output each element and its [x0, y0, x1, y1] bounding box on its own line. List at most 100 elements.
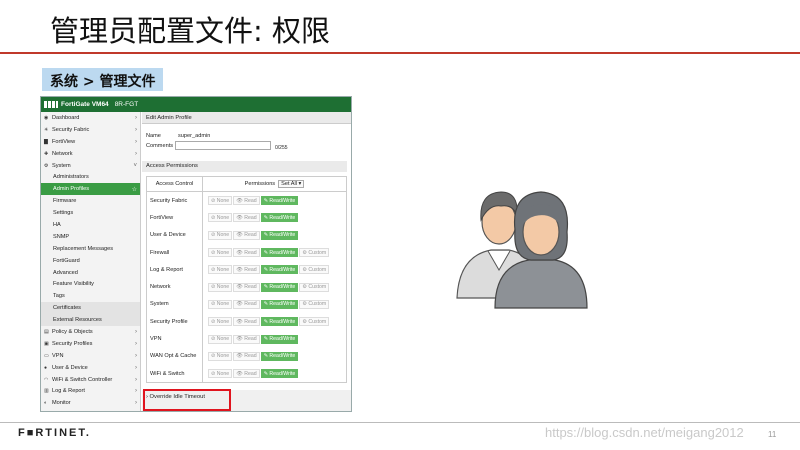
sidebar-item[interactable]: ⚙ System ˅: [41, 160, 140, 172]
permission-row-label: Security Fabric: [147, 192, 203, 210]
sidebar-item[interactable]: Feature Visibility: [41, 278, 140, 290]
none-option[interactable]: ⊘ None: [208, 265, 233, 275]
section-title: Access Permissions: [142, 161, 347, 172]
sidebar-item-label: Settings: [53, 210, 74, 217]
sidebar-item[interactable]: ✚ Network ›: [41, 148, 140, 160]
sidebar-item[interactable]: ✳ Security Fabric ›: [41, 124, 140, 136]
chevron-right-icon: ›: [135, 328, 137, 335]
sidebar-item[interactable]: ◠ WiFi & Switch Controller ›: [41, 374, 140, 386]
sidebar-item-label: Replacement Messages: [53, 245, 114, 252]
read-write-option[interactable]: ✎ Read/Write: [260, 282, 299, 292]
comments-counter: 0/255: [275, 145, 288, 151]
read-option[interactable]: 👁 Read: [233, 369, 260, 379]
sidebar-item[interactable]: ▥ Log & Report ›: [41, 385, 140, 397]
custom-option[interactable]: ⚙ Custom: [299, 317, 330, 327]
permission-row: Security Fabric ⊘ None 👁 Read ✎ Read/Write: [147, 192, 346, 210]
fortigate-screenshot: FortiGate VM64 8R-FGT ◉ Dashboard › ✳ Securi…: [40, 96, 352, 412]
read-write-option[interactable]: ✎ Read/Write: [260, 334, 299, 344]
none-option[interactable]: ⊘ None: [208, 196, 233, 206]
sidebar-item[interactable]: ▤ Policy & Objects ›: [41, 326, 140, 338]
read-write-option[interactable]: ✎ Read/Write: [260, 299, 299, 309]
none-option[interactable]: ⊘ None: [208, 369, 233, 379]
chevron-down-icon: ˅: [133, 162, 137, 169]
permission-row: Log & Report ⊘ None 👁 Read ✎ Read/Write ⚙ Cu…: [147, 261, 346, 279]
sidebar-item[interactable]: Firmware: [41, 195, 140, 207]
sidebar-item[interactable]: Settings: [41, 207, 140, 219]
none-option[interactable]: ⊘ None: [208, 230, 233, 240]
read-write-option[interactable]: ✎ Read/Write: [260, 230, 299, 240]
fortinet-logo-icon: [44, 101, 58, 108]
permission-row-label: Firewall: [147, 243, 203, 262]
app-topbar: FortiGate VM64 8R-FGT: [41, 97, 351, 112]
read-write-option[interactable]: ✎ Read/Write: [260, 369, 299, 379]
sidebar-item[interactable]: Advanced: [41, 267, 140, 279]
comments-label: Comments: [146, 143, 174, 149]
sidebar-item[interactable]: ● User & Device ›: [41, 362, 140, 374]
sidebar-item[interactable]: Tags: [41, 290, 140, 302]
sidebar-item[interactable]: External Resources: [41, 314, 140, 327]
none-option[interactable]: ⊘ None: [208, 317, 233, 327]
custom-option[interactable]: ⚙ Custom: [299, 265, 330, 275]
sidebar-item[interactable]: Certificates: [41, 302, 140, 315]
sidebar-item[interactable]: SNMP: [41, 231, 140, 243]
none-option[interactable]: ⊘ None: [208, 299, 233, 309]
read-write-option[interactable]: ✎ Read/Write: [260, 196, 299, 206]
chevron-right-icon: ›: [135, 352, 137, 359]
read-write-option[interactable]: ✎ Read/Write: [260, 351, 299, 361]
read-option[interactable]: 👁 Read: [233, 334, 260, 344]
none-option[interactable]: ⊘ None: [208, 282, 233, 292]
chevron-right-icon: ›: [135, 114, 137, 121]
custom-option[interactable]: ⚙ Custom: [299, 282, 330, 292]
permission-row-label: WAN Opt & Cache: [147, 347, 203, 365]
sidebar-item-label: Security Profiles: [52, 340, 93, 347]
read-option[interactable]: 👁 Read: [233, 196, 260, 206]
sidebar-item[interactable]: Replacement Messages: [41, 243, 140, 255]
doc-icon: ▤: [44, 328, 49, 335]
none-option[interactable]: ⊘ None: [208, 334, 233, 344]
star-icon[interactable]: ☆: [132, 186, 137, 193]
read-option[interactable]: 👁 Read: [233, 230, 260, 240]
none-option[interactable]: ⊘ None: [208, 213, 233, 223]
sidebar-item-label: FortiView: [52, 138, 76, 145]
permissions-table: Access Control Permissions Set All ▾ Sec…: [146, 176, 347, 384]
sidebar-item[interactable]: ◐ Monitor ›: [41, 397, 140, 409]
sidebar-item[interactable]: Administrators: [41, 171, 140, 183]
read-option[interactable]: 👁 Read: [233, 317, 260, 327]
none-option[interactable]: ⊘ None: [208, 248, 233, 258]
name-label: Name: [146, 133, 161, 139]
comments-field[interactable]: [175, 141, 271, 150]
read-write-option[interactable]: ✎ Read/Write: [260, 213, 299, 223]
sidebar-item[interactable]: Admin Profiles ☆: [41, 183, 140, 196]
custom-option[interactable]: ⚙ Custom: [299, 248, 330, 258]
permission-row: WiFi & Switch ⊘ None 👁 Read ✎ Read/Write: [147, 364, 346, 383]
sidebar-item[interactable]: ◉ Dashboard ›: [41, 112, 140, 124]
permission-row: FortiView ⊘ None 👁 Read ✎ Read/Write: [147, 209, 346, 227]
sidebar-item[interactable]: ▇ FortiView ›: [41, 136, 140, 148]
read-option[interactable]: 👁 Read: [233, 282, 260, 292]
watermark: https://blog.csdn.net/meigang2012: [545, 425, 744, 440]
title-divider: [0, 52, 800, 54]
chevron-right-icon: ›: [135, 126, 137, 133]
sidebar-item[interactable]: ▭ VPN ›: [41, 350, 140, 362]
read-write-option[interactable]: ✎ Read/Write: [260, 265, 299, 275]
sidebar-item[interactable]: HA: [41, 219, 140, 231]
read-write-option[interactable]: ✎ Read/Write: [260, 248, 299, 258]
set-all-dropdown[interactable]: Set All ▾: [278, 180, 305, 188]
sidebar-item-label: Network: [52, 150, 73, 157]
read-option[interactable]: 👁 Read: [233, 299, 260, 309]
read-option[interactable]: 👁 Read: [233, 265, 260, 275]
admin-users-icon: [456, 191, 588, 309]
read-option[interactable]: 👁 Read: [233, 351, 260, 361]
breadcrumb: 系统 > 管理文件: [42, 68, 164, 91]
sidebar-item[interactable]: ▣ Security Profiles ›: [41, 338, 140, 350]
custom-option[interactable]: ⚙ Custom: [299, 299, 330, 309]
read-option[interactable]: 👁 Read: [233, 248, 260, 258]
table-header: Access Control Permissions Set All ▾: [147, 177, 346, 192]
read-option[interactable]: 👁 Read: [233, 213, 260, 223]
read-write-option[interactable]: ✎ Read/Write: [260, 317, 299, 327]
none-option[interactable]: ⊘ None: [208, 351, 233, 361]
sidebar-item-label: WiFi & Switch Controller: [52, 376, 113, 383]
sidebar-item-label: Dashboard: [52, 114, 80, 121]
sidebar-item[interactable]: FortiGuard: [41, 255, 140, 267]
sidebar-item-label: VPN: [52, 352, 64, 359]
